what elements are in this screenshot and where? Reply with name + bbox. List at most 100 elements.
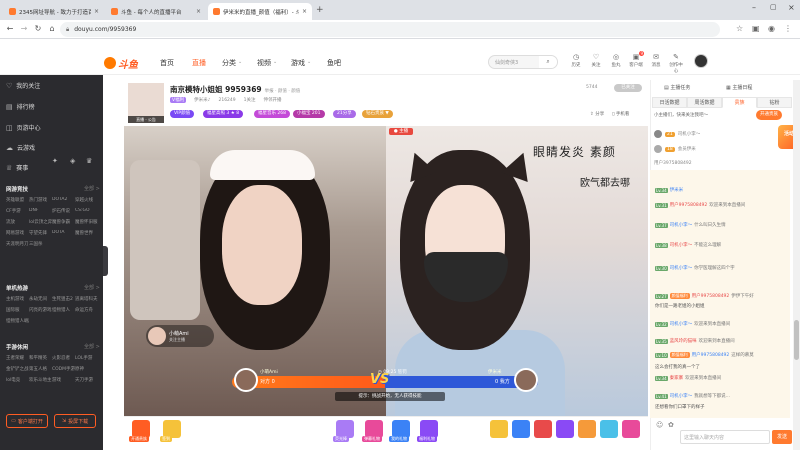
sidebar-game-link[interactable]: 穿越火线 [75, 197, 98, 203]
sidebar-game-link[interactable]: lol电竞 [6, 377, 29, 383]
sidebar-game-link[interactable]: 国际服 [6, 307, 29, 313]
sidebar-game-link[interactable]: 原神 [75, 366, 98, 372]
more-link[interactable]: 全部 > [84, 185, 100, 192]
team-icon[interactable]: ✦ [52, 157, 58, 165]
tab-noble[interactable]: 贵族 [722, 97, 757, 108]
browser-tab-1[interactable]: 斗鱼 - 每个人的直播平台 × [106, 3, 206, 20]
badge-music[interactable]: 福星音乐 268 [254, 110, 291, 118]
nav-live[interactable]: 直播 [192, 58, 206, 68]
sidebar-game-link[interactable]: 英雄联盟 [6, 197, 29, 203]
nav-fishbar[interactable]: 鱼吧 [327, 58, 341, 68]
sidebar-game-link[interactable]: 和平精英 [29, 355, 52, 361]
browser-tab-2[interactable]: 伊米米的直播_颜值（福利）- 斗鱼直播 × [208, 3, 312, 20]
pk-right-avatar[interactable] [514, 368, 538, 392]
search-icon[interactable]: ⌕ [539, 56, 557, 68]
sidebar-game-link[interactable]: 命运方舟 [75, 307, 98, 313]
extension-icon[interactable]: ▣ [752, 24, 760, 33]
history-button[interactable]: ◷ 历史 [568, 53, 584, 68]
chat-message[interactable]: Lv.34 伊米米 [655, 187, 685, 193]
badge-vip[interactable]: VIP颜值 [170, 110, 195, 118]
sidebar-game-link[interactable]: 闪亮的游戏 [29, 307, 52, 313]
tab-fan[interactable]: 钻粉 [757, 97, 792, 108]
creator-button[interactable]: ✎ 创作中心 [668, 53, 684, 74]
chat-username[interactable]: 蓝风玲的猫咪 [670, 338, 697, 344]
sidebar-game-link[interactable]: 游戏 [52, 377, 75, 383]
sidebar-game-link[interactable]: 第五人格 [29, 366, 52, 372]
badge-treasure[interactable]: 小福宝 201 [293, 110, 325, 118]
home-icon[interactable]: ⌂ [46, 24, 58, 33]
browser-tab-0[interactable]: 2345网址导航 - 致力于打造百年品牌 × [4, 3, 104, 20]
sidebar-item-follow[interactable]: ♡ 我的关注 [6, 81, 40, 91]
rank-row[interactable]: 18 会员伊米 [654, 145, 696, 153]
controller-icon[interactable]: ◈ [70, 157, 75, 165]
sidebar-game-link[interactable]: 魔兽怀旧服 [75, 219, 98, 225]
client-watch-button[interactable]: ▯ 手机看 [612, 111, 629, 117]
badge-fortune[interactable]: 福星高照 3 ★ 8 [203, 110, 244, 118]
sidebar-game-link[interactable]: 金铲铲之战 [6, 366, 29, 372]
fishball-button[interactable]: ◎ 鱼丸 [608, 53, 624, 68]
tab-daily[interactable]: 日活数据 [652, 97, 687, 108]
user-avatar[interactable] [694, 54, 708, 68]
sidebar-game-link[interactable]: 天刀手游 [75, 377, 98, 383]
sidebar-game-link[interactable]: 炉石传说 [52, 208, 75, 214]
message-button[interactable]: ✉ 消息 [648, 53, 664, 68]
sidebar-game-link[interactable]: 王者荣耀 [6, 355, 29, 361]
chat-username[interactable]: 用户9975808492 [692, 352, 730, 358]
search-input[interactable]: 仙剑奇侠3 ⌕ [488, 55, 558, 69]
sidebar-game-link[interactable]: CS:GO [75, 208, 98, 214]
gift-item[interactable] [556, 420, 574, 438]
emoji-icon[interactable]: ☺ [656, 421, 663, 429]
sidebar-game-link[interactable]: 主机游戏 [6, 296, 29, 302]
profile-icon[interactable]: ◉ [768, 24, 775, 33]
sidebar-game-link[interactable]: 热门游戏 [29, 197, 52, 203]
anchor-name[interactable]: 伊米米♪ [194, 97, 210, 103]
chat-message[interactable]: Lv.35 蓝风玲的猫咪 欢迎来到本直播间 [655, 338, 735, 344]
sidebar-game-link[interactable]: 魔兽争霸 [52, 219, 75, 225]
sidebar-item-webgame[interactable]: ◫ 页游中心 [6, 123, 41, 133]
nav-home[interactable]: 首页 [160, 58, 174, 68]
follow-button[interactable]: ♡ 关注 [588, 53, 604, 68]
gift-item[interactable] [534, 420, 552, 438]
scrollbar[interactable] [793, 80, 800, 450]
chat-message[interactable]: Lv.34 秦家寨 欢迎来到本直播间 [655, 375, 721, 381]
pk-left-avatar[interactable] [234, 368, 258, 392]
sidebar-item-match[interactable]: ♕ 赛事 [6, 163, 28, 173]
sidebar-collapse-handle[interactable] [103, 246, 108, 276]
chat-message[interactable]: Lv.31 用户9975808492 欢迎来到本直播间 [655, 202, 745, 208]
tab-anchor-task[interactable]: ▤ 主播任务 [664, 84, 690, 91]
sidebar-game-link[interactable]: DNF [29, 208, 52, 214]
sidebar-game-link[interactable]: 怪物猎人崛起 [6, 318, 29, 324]
sidebar-game-link[interactable]: 网易游戏 [6, 230, 29, 236]
gift-item[interactable] [578, 420, 596, 438]
sidebar-game-link[interactable]: 流放 [6, 219, 29, 225]
send-button[interactable]: 发送 [772, 430, 792, 444]
gift-item[interactable] [512, 420, 530, 438]
chat-username[interactable]: 司机小李～ [670, 393, 693, 399]
minimize-icon[interactable]: – [752, 3, 756, 12]
close-tab-icon[interactable]: × [302, 8, 307, 15]
gift-icon[interactable]: ✿ [668, 421, 674, 429]
pk-anchor-card[interactable]: 小萌Ami 关注主播 [146, 325, 214, 347]
url-field[interactable]: 🔒︎ douyu.com/9959369 [60, 22, 720, 37]
menu-icon[interactable]: ⋮ [784, 24, 792, 33]
followed-button[interactable]: 已关注 [614, 84, 642, 92]
reload-icon[interactable]: ↻ [32, 24, 44, 33]
cup-icon[interactable]: ♛ [86, 157, 92, 165]
back-icon[interactable]: ← [4, 24, 16, 33]
nav-game[interactable]: 游戏 [291, 58, 305, 68]
close-tab-icon[interactable]: × [196, 8, 201, 15]
nav-video[interactable]: 视频 [257, 58, 271, 68]
close-tab-icon[interactable]: × [94, 8, 99, 15]
sidebar-game-link[interactable]: DOTA2 [52, 197, 75, 203]
chat-username[interactable]: 司机小李～ [670, 222, 693, 228]
chat-message[interactable]: Lv.38 司机小李～ 不能这么理解 [655, 242, 721, 248]
share-button[interactable]: ⇪ 分享 [590, 111, 604, 117]
chat-message[interactable]: Lv.41 司机小李～ 我就想等下都说... [655, 393, 730, 399]
chat-message[interactable]: Lv.27 颜值福利 用户9975808492 伊伊下午好 [655, 293, 754, 299]
maximize-icon[interactable]: ▢ [770, 3, 777, 11]
chat-username[interactable]: 伊米米 [670, 187, 684, 193]
sidebar-item-rank[interactable]: ▤ 排行榜 [6, 102, 35, 112]
tab-anchor-schedule[interactable]: ▦ 主播日程 [726, 84, 752, 91]
sidebar-game-link[interactable]: CODM手游 [52, 366, 75, 372]
cast-download-button[interactable]: ⇲ 投屏下载 [54, 414, 96, 428]
